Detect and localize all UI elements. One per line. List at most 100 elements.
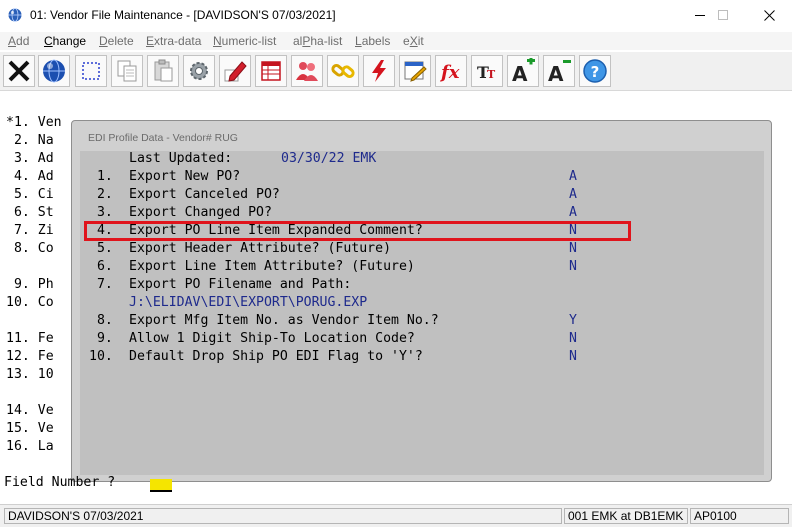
row-label: Export Changed PO? [129, 205, 272, 220]
edit-pencil-icon [224, 61, 247, 82]
export-path-value[interactable]: J:\ELIDAV\EDI\EXPORT\PORUG.EXP [129, 294, 367, 312]
row-number: 6. [89, 259, 113, 274]
row-label: Export Header Attribute? (Future) [129, 241, 392, 256]
row-number: 3. [89, 205, 113, 220]
row-number: 8. [89, 313, 113, 328]
row-number: 7. [89, 277, 113, 292]
field-11-label: 11. Fe [6, 331, 54, 346]
row-value[interactable]: A [569, 186, 577, 204]
menu-delete[interactable]: Delete [99, 34, 134, 48]
last-updated-value: 03/30/22 EMK [281, 151, 377, 166]
field-12-label: 12. Fe [6, 349, 54, 364]
row-value[interactable]: N [569, 330, 577, 348]
row-number: 2. [89, 187, 113, 202]
copy-button[interactable] [111, 55, 143, 87]
calendar-edit-icon [404, 61, 427, 82]
field-5-label: 5. Ci [6, 187, 54, 202]
row-number: 5. [89, 241, 113, 256]
menu-change[interactable]: Change [44, 34, 86, 48]
help-button[interactable]: ? [579, 55, 611, 87]
menu-alpha-list[interactable]: alPha-list [293, 34, 342, 48]
row-label: Export Canceled PO? [129, 187, 280, 202]
close-icon [763, 10, 775, 21]
close-window-button[interactable] [746, 0, 792, 31]
status-program: AP0100 [690, 508, 789, 524]
menu-exit[interactable]: eXit [403, 34, 424, 48]
function-fx-icon: fx [439, 62, 460, 83]
field-3-label: 3. Ad [6, 151, 54, 166]
field-2-label: 2. Na [6, 133, 54, 148]
app-globe-icon [8, 8, 22, 22]
field-number-prompt: Field Number ? [4, 475, 116, 490]
spreadsheet-button[interactable] [255, 55, 287, 87]
row-number: 10. [89, 349, 113, 364]
menu-numeric-list[interactable]: Numeric-list [213, 34, 276, 48]
edit-button[interactable] [219, 55, 251, 87]
field-8-label: 8. Co [6, 241, 54, 256]
text-size-icon: TT [477, 63, 496, 82]
close-x-icon [8, 60, 30, 82]
calendar-edit-button[interactable] [399, 55, 431, 87]
font-decrease-button[interactable]: A [543, 55, 575, 87]
row-label: Export PO Filename and Path: [129, 277, 352, 292]
field-14-label: 14. Ve [6, 403, 54, 418]
dialog-title: EDI Profile Data - Vendor# RUG [88, 132, 238, 144]
row-label: Allow 1 Digit Ship-To Location Code? [129, 331, 415, 346]
lightning-button[interactable] [363, 55, 395, 87]
users-button[interactable] [291, 55, 323, 87]
menu-bar: Add Change Delete Extra-data Numeric-lis… [0, 32, 792, 50]
menu-labels[interactable]: Labels [355, 34, 390, 48]
row-number: 1. [89, 169, 113, 184]
font-decrease-icon: A [548, 60, 571, 84]
maximize-button[interactable] [700, 0, 746, 31]
field-9-label: 9. Ph [6, 277, 54, 292]
paste-icon [154, 59, 173, 82]
row-value[interactable]: N [569, 240, 577, 258]
gear-icon [190, 62, 208, 80]
paste-button[interactable] [147, 55, 179, 87]
row-value[interactable]: Y [569, 312, 577, 330]
settings-button[interactable] [183, 55, 215, 87]
svg-text:A: A [548, 62, 564, 84]
row-label: Export Mfg Item No. as Vendor Item No.? [129, 313, 439, 328]
font-increase-button[interactable]: A [507, 55, 539, 87]
field-7-label: 7. Zi [6, 223, 54, 238]
font-increase-icon: A [512, 58, 535, 84]
maximize-icon [717, 10, 728, 20]
row-value[interactable]: A [569, 204, 577, 222]
title-bar: 01: Vendor File Maintenance - [DAVIDSON'… [0, 0, 792, 31]
highlight-annotation [84, 221, 631, 241]
status-company: DAVIDSON'S 07/03/2021 [4, 508, 562, 524]
close-x-button[interactable] [3, 55, 35, 87]
field-4-label: 4. Ad [6, 169, 54, 184]
text-size-button[interactable]: TT [471, 55, 503, 87]
row-label: Default Drop Ship PO EDI Flag to 'Y'? [129, 349, 423, 364]
row-value[interactable]: N [569, 258, 577, 276]
select-rect-icon [82, 62, 100, 80]
menu-extra-data[interactable]: Extra-data [146, 34, 201, 48]
row-number: 9. [89, 331, 113, 346]
field-16-label: 16. La [6, 439, 54, 454]
row-label: Export New PO? [129, 169, 241, 184]
svg-text:fx: fx [439, 62, 460, 83]
users-icon [296, 62, 318, 81]
globe-icon [43, 59, 65, 83]
spreadsheet-icon [261, 61, 281, 81]
function-button[interactable]: fx [435, 55, 467, 87]
field-6-label: 6. St [6, 205, 54, 220]
row-label: Export Line Item Attribute? (Future) [129, 259, 415, 274]
row-value[interactable]: N [569, 348, 577, 366]
lightning-icon [372, 60, 386, 82]
link-button[interactable] [327, 55, 359, 87]
field-10-label: 10. Co [6, 295, 54, 310]
row-value[interactable]: A [569, 168, 577, 186]
svg-text:T: T [487, 68, 496, 81]
select-button[interactable] [75, 55, 107, 87]
help-icon: ? [583, 59, 607, 83]
status-user: 001 EMK at DB1EMK [564, 508, 688, 524]
menu-add[interactable]: Add [8, 34, 29, 48]
field-number-input[interactable] [150, 479, 172, 492]
globe-button[interactable] [38, 55, 70, 87]
copy-icon [117, 60, 137, 82]
svg-text:?: ? [591, 63, 600, 81]
